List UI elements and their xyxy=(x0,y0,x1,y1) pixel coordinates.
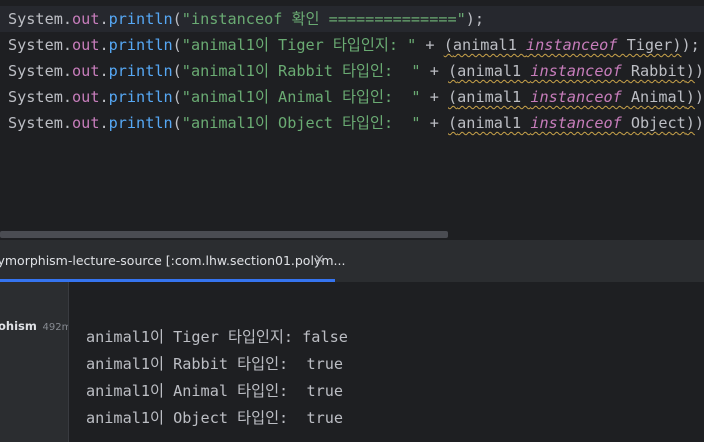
code-token: + xyxy=(416,36,444,54)
code-token: + xyxy=(420,88,448,106)
run-tab-label: lymorphism-lecture-source [:com.lhw.sect… xyxy=(0,253,346,268)
code-token: . xyxy=(62,88,73,106)
run-tab[interactable]: lymorphism-lecture-source [:com.lhw.sect… xyxy=(0,240,345,281)
console-line: animal1이 Rabbit 타입인: true xyxy=(86,355,344,373)
close-icon[interactable]: × xyxy=(314,252,325,267)
code-token: . xyxy=(99,10,109,28)
code-token: "animal1이 Rabbit 타입인: " xyxy=(181,62,421,80)
code-token: ) xyxy=(685,88,695,106)
code-line[interactable]: System.out.println("animal1이 Rabbit 타입인:… xyxy=(0,58,704,84)
code-token: . xyxy=(99,62,109,80)
code-line[interactable]: System.out.println("instanceof 확인 ======… xyxy=(0,6,704,32)
code-token: ( xyxy=(448,62,458,80)
code-token: ( xyxy=(172,114,182,132)
code-token: ) xyxy=(685,114,695,132)
code-token: . xyxy=(62,36,73,54)
console-line: animal1이 Tiger 타입인지: false xyxy=(86,328,348,346)
code-token: ( xyxy=(172,62,182,80)
editor-scrollbar-thumb[interactable] xyxy=(0,231,448,238)
code-token: animal1 xyxy=(457,114,531,132)
code-line[interactable]: System.out.println("animal1이 Animal 타입인:… xyxy=(0,84,704,110)
code-token: Object xyxy=(621,114,686,132)
code-token: "animal1이 Tiger 타입인지: " xyxy=(181,36,417,54)
console-line: animal1이 Object 타입인: true xyxy=(86,409,344,427)
code-token: instanceof xyxy=(526,36,618,54)
code-token: "instanceof 확인 ==============" xyxy=(181,10,466,28)
code-token: println xyxy=(108,10,173,28)
code-token: Animal xyxy=(621,88,686,106)
code-token: "animal1이 Object 타입인: " xyxy=(181,114,421,132)
code-token: ); xyxy=(465,10,485,28)
code-token: System xyxy=(8,88,63,106)
code-token: out xyxy=(72,36,100,54)
code-editor[interactable]: System.out.println("instanceof 확인 ======… xyxy=(0,0,704,238)
code-token: instanceof xyxy=(530,88,622,106)
code-token: println xyxy=(108,114,173,132)
code-token: animal1 xyxy=(457,62,531,80)
code-token: ( xyxy=(172,10,182,28)
code-token: out xyxy=(72,10,100,28)
code-token: ( xyxy=(172,88,182,106)
code-token: out xyxy=(72,114,100,132)
code-token: out xyxy=(72,62,100,80)
code-token: println xyxy=(108,88,173,106)
code-token: ); xyxy=(681,36,700,54)
code-token: + xyxy=(420,62,448,80)
code-token: ) xyxy=(685,62,695,80)
run-tool-window: ohism 492ms animal1이 Tiger 타입인지: false a… xyxy=(0,282,704,442)
code-token: ); xyxy=(694,88,704,106)
code-token: "animal1이 Animal 타입인: " xyxy=(181,88,421,106)
code-line[interactable]: System.out.println("animal1이 Tiger 타입인지:… xyxy=(0,32,704,58)
code-token: . xyxy=(62,114,73,132)
run-tool-window-header: lymorphism-lecture-source [:com.lhw.sect… xyxy=(0,239,704,283)
code-token: . xyxy=(62,62,73,80)
code-token: ( xyxy=(448,88,458,106)
console-line: animal1이 Animal 타입인: true xyxy=(86,382,344,400)
run-tree-panel: ohism 492ms xyxy=(0,282,69,442)
code-token: println xyxy=(108,36,173,54)
code-token: animal1 xyxy=(452,36,526,54)
code-token: ( xyxy=(443,36,453,54)
code-token: ( xyxy=(172,36,182,54)
code-token: println xyxy=(108,62,173,80)
code-token: + xyxy=(420,114,448,132)
code-token: System xyxy=(8,36,63,54)
code-token: . xyxy=(99,88,109,106)
code-line[interactable]: System.out.println("animal1이 Object 타입인:… xyxy=(0,110,704,136)
code-token: ); xyxy=(694,62,704,80)
code-token: System xyxy=(8,114,63,132)
code-token: . xyxy=(99,114,109,132)
code-token: Tiger xyxy=(617,36,673,54)
code-token: ); xyxy=(694,114,704,132)
code-token: System xyxy=(8,62,63,80)
run-tree-item-name: ohism xyxy=(0,319,37,333)
code-token: Rabbit xyxy=(621,62,686,80)
code-token: out xyxy=(72,88,100,106)
code-token: ( xyxy=(448,114,458,132)
code-token: instanceof xyxy=(530,114,622,132)
code-token: . xyxy=(62,10,73,28)
run-tree-item[interactable]: ohism 492ms xyxy=(0,319,68,333)
code-token: animal1 xyxy=(457,88,531,106)
console-output[interactable]: animal1이 Tiger 타입인지: false animal1이 Rabb… xyxy=(86,324,348,432)
code-token: System xyxy=(8,10,63,28)
run-tree-item-time: 492ms xyxy=(42,322,68,333)
code-token: . xyxy=(99,36,109,54)
code-token: instanceof xyxy=(530,62,622,80)
